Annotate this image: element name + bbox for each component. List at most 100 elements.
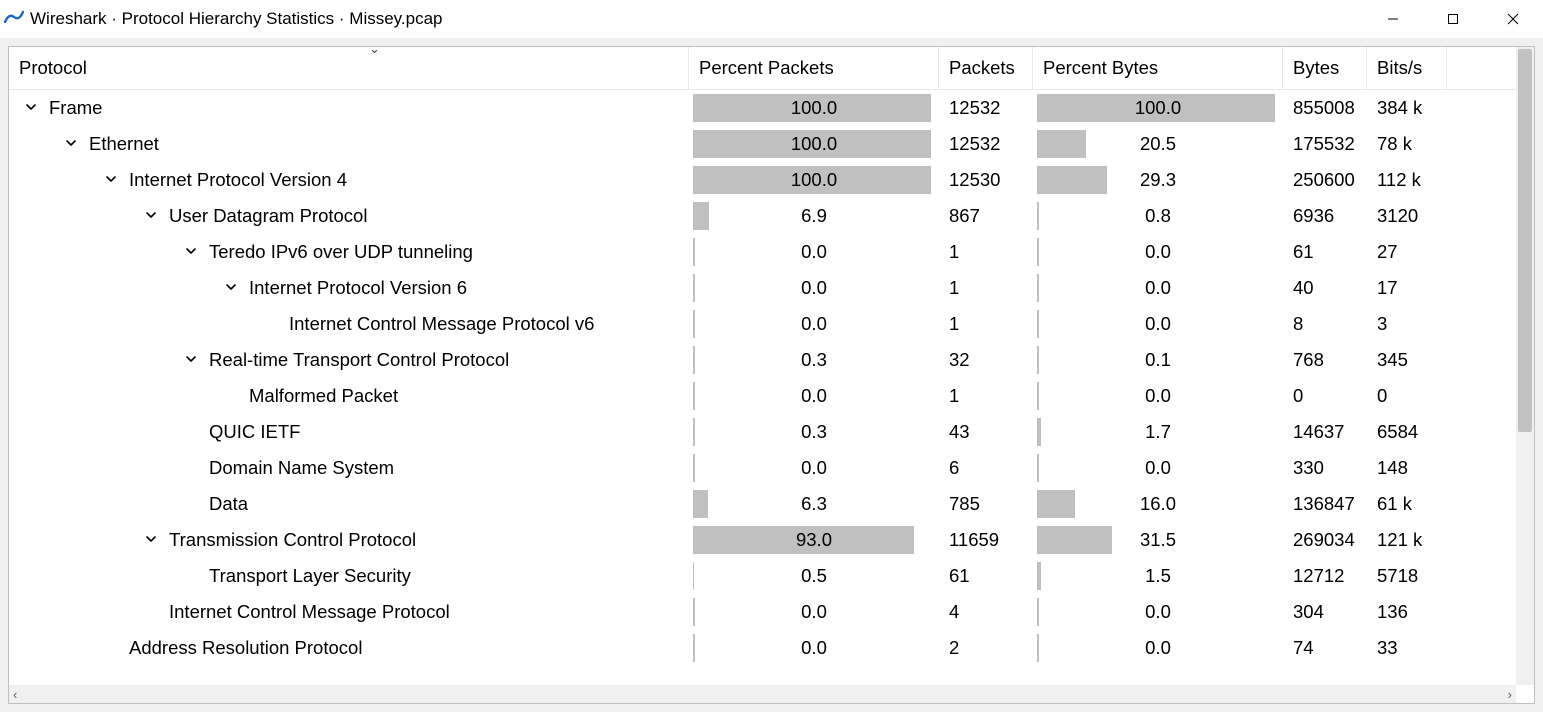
pct-bytes-value: 1.5 xyxy=(1039,565,1277,587)
col-header-bits[interactable]: Bits/s xyxy=(1367,47,1447,89)
bytes-cell: 40 xyxy=(1283,270,1367,306)
packets-cell: 11659 xyxy=(939,522,1033,558)
pct-bytes-value: 0.0 xyxy=(1039,385,1277,407)
table-row[interactable]: Internet Protocol Version 60.010.04017 xyxy=(9,270,1516,306)
col-header-pct-bytes[interactable]: Percent Bytes xyxy=(1033,47,1283,89)
pct-packets-cell: 0.0 xyxy=(689,630,939,666)
maximize-button[interactable] xyxy=(1423,0,1483,38)
table-row[interactable]: Malformed Packet0.010.000 xyxy=(9,378,1516,414)
pct-packets-cell: 0.0 xyxy=(689,270,939,306)
packets-cell: 6 xyxy=(939,450,1033,486)
titlebar: Wireshark · Protocol Hierarchy Statistic… xyxy=(0,0,1543,38)
pct-bytes-cell: 0.0 xyxy=(1033,594,1283,630)
table-row[interactable]: User Datagram Protocol6.98670.869363120 xyxy=(9,198,1516,234)
chevron-down-icon[interactable] xyxy=(183,244,199,261)
table-row[interactable]: Internet Control Message Protocol v60.01… xyxy=(9,306,1516,342)
bytes-cell: 304 xyxy=(1283,594,1367,630)
chevron-down-icon[interactable] xyxy=(103,172,119,189)
chevron-down-icon[interactable] xyxy=(63,136,79,153)
chevron-down-icon[interactable] xyxy=(183,352,199,369)
pct-packets-cell: 0.0 xyxy=(689,234,939,270)
hscroll-right-icon[interactable]: › xyxy=(1508,687,1512,702)
pct-bytes-value: 0.0 xyxy=(1039,241,1277,263)
col-header-bytes[interactable]: Bytes xyxy=(1283,47,1367,89)
pct-bytes-value: 16.0 xyxy=(1039,493,1277,515)
chevron-down-icon[interactable] xyxy=(23,100,39,117)
table-row[interactable]: Real-time Transport Control Protocol 0.3 3… xyxy=(9,342,1516,378)
hscroll-left-icon[interactable]: ‹ xyxy=(13,687,17,702)
protocol-name: Teredo IPv6 over UDP tunneling xyxy=(209,241,473,263)
pct-packets-cell: 6.9 xyxy=(689,198,939,234)
horizontal-scrollbar[interactable]: ‹ › xyxy=(9,685,1516,703)
bits-cell: 136 xyxy=(1367,594,1447,630)
table-row[interactable]: Frame100.012532100.0855008384 k xyxy=(9,90,1516,126)
protocol-hierarchy-table: Protocol ⌄ Percent Packets Packets Perce… xyxy=(9,47,1516,685)
table-row[interactable]: QUIC IETF0.3431.7146376584 xyxy=(9,414,1516,450)
close-button[interactable] xyxy=(1483,0,1543,38)
pct-packets-value: 0.0 xyxy=(695,385,933,407)
bytes-cell: 8 xyxy=(1283,306,1367,342)
table-row[interactable]: Internet Protocol Version 4100.01253029.… xyxy=(9,162,1516,198)
pct-bytes-cell: 1.7 xyxy=(1033,414,1283,450)
table-row[interactable]: Teredo IPv6 over UDP tunneling0.010.0612… xyxy=(9,234,1516,270)
table-row[interactable]: Ethernet100.01253220.517553278 k xyxy=(9,126,1516,162)
pct-packets-value: 0.3 xyxy=(695,349,933,371)
col-header-pct-packets[interactable]: Percent Packets xyxy=(689,47,939,89)
table-row[interactable]: Transmission Control Protocol93.01165931… xyxy=(9,522,1516,558)
table-row[interactable]: Internet Control Message Protocol0.040.0… xyxy=(9,594,1516,630)
col-header-protocol[interactable]: Protocol ⌄ xyxy=(9,47,689,89)
pct-bytes-cell: 0.0 xyxy=(1033,306,1283,342)
pct-packets-cell: 0.3 xyxy=(689,414,939,450)
pct-bytes-value: 0.0 xyxy=(1039,601,1277,623)
pct-packets-value: 0.0 xyxy=(695,457,933,479)
pct-bytes-cell: 29.3 xyxy=(1033,162,1283,198)
packets-cell: 12532 xyxy=(939,126,1033,162)
protocol-name: Internet Control Message Protocol xyxy=(169,601,450,623)
bytes-cell: 330 xyxy=(1283,450,1367,486)
chevron-down-icon[interactable] xyxy=(143,532,159,549)
bits-cell: 61 k xyxy=(1367,486,1447,522)
bits-cell: 27 xyxy=(1367,234,1447,270)
bytes-cell: 855008 xyxy=(1283,90,1367,126)
table-row[interactable]: Data6.378516.013684761 k xyxy=(9,486,1516,522)
pct-bytes-value: 0.8 xyxy=(1039,205,1277,227)
bytes-cell: 6936 xyxy=(1283,198,1367,234)
packets-cell: 43 xyxy=(939,414,1033,450)
packets-cell: 12530 xyxy=(939,162,1033,198)
pct-packets-value: 93.0 xyxy=(695,529,933,551)
pct-packets-value: 0.0 xyxy=(695,277,933,299)
pct-packets-value: 0.3 xyxy=(695,421,933,443)
bits-cell: 148 xyxy=(1367,450,1447,486)
bytes-cell: 0 xyxy=(1283,378,1367,414)
packets-cell: 32 xyxy=(939,342,1033,378)
pct-bytes-cell: 100.0 xyxy=(1033,90,1283,126)
table-row[interactable]: Transport Layer Security0.5611.512712571… xyxy=(9,558,1516,594)
packets-cell: 785 xyxy=(939,486,1033,522)
bytes-cell: 136847 xyxy=(1283,486,1367,522)
protocol-name: User Datagram Protocol xyxy=(169,205,367,227)
wireshark-icon xyxy=(4,7,24,32)
chevron-down-icon[interactable] xyxy=(223,280,239,297)
protocol-name: Address Resolution Protocol xyxy=(129,637,362,659)
bits-cell: 121 k xyxy=(1367,522,1447,558)
col-header-packets[interactable]: Packets xyxy=(939,47,1033,89)
packets-cell: 4 xyxy=(939,594,1033,630)
bits-cell: 384 k xyxy=(1367,90,1447,126)
table-row[interactable]: Domain Name System0.060.0330148 xyxy=(9,450,1516,486)
chevron-down-icon[interactable] xyxy=(143,208,159,225)
protocol-name: Real-time Transport Control Protocol xyxy=(209,349,509,371)
scrollbar-thumb[interactable] xyxy=(1518,49,1532,432)
pct-packets-cell: 93.0 xyxy=(689,522,939,558)
table-header: Protocol ⌄ Percent Packets Packets Perce… xyxy=(9,47,1516,90)
protocol-name: Domain Name System xyxy=(209,457,394,479)
column-resize-indicator: ⌄ xyxy=(369,47,380,57)
packets-cell: 1 xyxy=(939,378,1033,414)
vertical-scrollbar[interactable] xyxy=(1516,47,1534,685)
bits-cell: 6584 xyxy=(1367,414,1447,450)
bits-cell: 78 k xyxy=(1367,126,1447,162)
pct-packets-cell: 0.0 xyxy=(689,594,939,630)
table-row[interactable]: Address Resolution Protocol0.020.07433 xyxy=(9,630,1516,666)
pct-packets-value: 100.0 xyxy=(695,169,933,191)
bytes-cell: 250600 xyxy=(1283,162,1367,198)
minimize-button[interactable] xyxy=(1363,0,1423,38)
